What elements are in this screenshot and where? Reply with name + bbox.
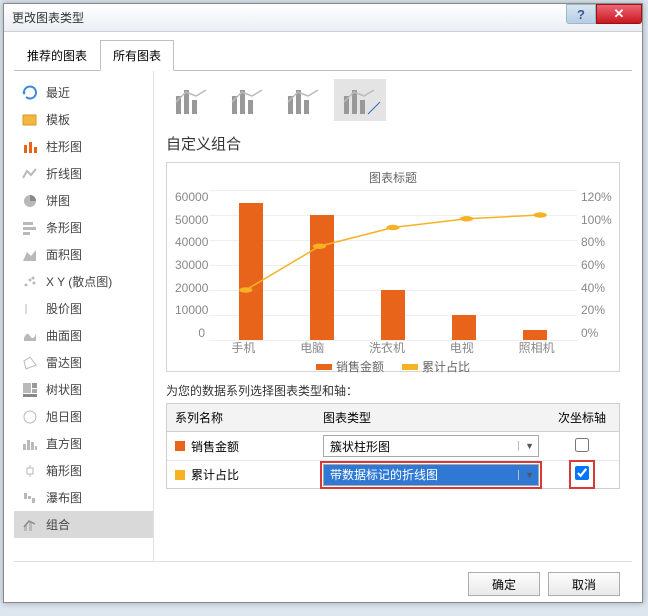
legend-item-line: 累计占比 xyxy=(402,358,470,375)
sunburst-icon xyxy=(22,409,38,425)
sidebar: 最近模板柱形图折线图饼图条形图面积图 X Y (散点图) 股价图曲面图雷达图树状图旭… xyxy=(14,71,154,561)
histogram-icon xyxy=(22,436,38,452)
sidebar-item-7[interactable]: X Y (散点图) xyxy=(14,268,153,295)
chart-line xyxy=(209,190,577,340)
sidebar-item-label: 雷达图 xyxy=(46,354,82,371)
sidebar-item-label: 条形图 xyxy=(46,219,82,236)
chart-preview: 图表标题 6000050000400003000020000100000 120… xyxy=(166,162,620,372)
sidebar-item-11[interactable]: 树状图 xyxy=(14,376,153,403)
table-header: 系列名称 图表类型 次坐标轴 xyxy=(167,404,619,432)
sidebar-item-label: 瀑布图 xyxy=(46,489,82,506)
titlebar: 更改图表类型 ? ✕ xyxy=(4,4,642,32)
series-name-cell: 销售金额 xyxy=(167,434,317,459)
chart-title: 图表标题 xyxy=(177,169,609,186)
sidebar-item-12[interactable]: 旭日图 xyxy=(14,403,153,430)
sidebar-item-label: 曲面图 xyxy=(46,327,82,344)
sidebar-item-5[interactable]: 条形图 xyxy=(14,214,153,241)
sidebar-item-10[interactable]: 雷达图 xyxy=(14,349,153,376)
sidebar-item-15[interactable]: 瀑布图 xyxy=(14,484,153,511)
sidebar-item-9[interactable]: 曲面图 xyxy=(14,322,153,349)
sidebar-item-label: 折线图 xyxy=(46,165,82,182)
line-icon xyxy=(22,166,38,182)
sidebar-item-label: 柱形图 xyxy=(46,138,82,155)
tab-all[interactable]: 所有图表 xyxy=(100,40,174,71)
tab-recommended[interactable]: 推荐的图表 xyxy=(14,40,100,71)
sidebar-item-label: 最近 xyxy=(46,84,70,101)
chart-thumb-1[interactable] xyxy=(222,79,274,121)
close-button[interactable]: ✕ xyxy=(596,4,642,24)
secondary-y-axis: 120%100%80%60%40%20%0% xyxy=(581,190,611,340)
series-swatch xyxy=(175,441,185,451)
chart-subtype-thumbs xyxy=(166,79,620,121)
combo-icon xyxy=(22,517,38,533)
sidebar-item-16[interactable]: 组合 xyxy=(14,511,153,538)
series-swatch xyxy=(175,470,185,480)
sidebar-item-label: 饼图 xyxy=(46,192,70,209)
box-icon xyxy=(22,463,38,479)
sidebar-item-6[interactable]: 面积图 xyxy=(14,241,153,268)
chart-type-select[interactable]: 带数据标记的折线图▼ xyxy=(323,464,539,486)
secondary-axis-checkbox[interactable] xyxy=(575,466,589,480)
chart-thumb-2[interactable] xyxy=(278,79,330,121)
x-axis-categories: 手机电脑洗衣机电视照相机 xyxy=(209,339,577,356)
scatter-icon xyxy=(22,274,38,290)
dialog-buttons: 确定 取消 xyxy=(14,561,632,606)
series-name-cell: 累计占比 xyxy=(167,462,317,487)
ok-button[interactable]: 确定 xyxy=(468,572,540,596)
legend-swatch xyxy=(402,364,418,370)
sidebar-item-label: 旭日图 xyxy=(46,408,82,425)
chevron-down-icon: ▼ xyxy=(518,441,534,451)
column-icon xyxy=(22,139,38,155)
dialog-window: 更改图表类型 ? ✕ 推荐的图表 所有图表 最近模板柱形图折线图饼图条形图面积图… xyxy=(3,3,643,603)
window-title: 更改图表类型 xyxy=(12,9,84,26)
table-caption: 为您的数据系列选择图表类型和轴： xyxy=(166,382,620,399)
section-title: 自定义组合 xyxy=(166,133,620,154)
tab-strip: 推荐的图表 所有图表 xyxy=(14,40,632,71)
y-axis: 6000050000400003000020000100000 xyxy=(175,190,205,340)
legend-swatch xyxy=(316,364,332,370)
secondary-axis-checkbox[interactable] xyxy=(575,438,589,452)
help-button[interactable]: ? xyxy=(566,4,596,24)
table-row: 销售金额 簇状柱形图▼ xyxy=(167,432,619,460)
legend-item-bar: 销售金额 xyxy=(316,358,384,375)
sidebar-item-label: 箱形图 xyxy=(46,462,82,479)
main-panel: 自定义组合 图表标题 60000500004000030000200001000… xyxy=(154,71,632,561)
sidebar-item-0[interactable]: 最近 xyxy=(14,79,153,106)
cancel-button[interactable]: 取消 xyxy=(548,572,620,596)
sidebar-item-1[interactable]: 模板 xyxy=(14,106,153,133)
template-icon xyxy=(22,112,38,128)
sidebar-item-13[interactable]: 直方图 xyxy=(14,430,153,457)
sidebar-item-label: 面积图 xyxy=(46,246,82,263)
series-table: 系列名称 图表类型 次坐标轴 销售金额 簇状柱形图▼ 累计占比 带数据标记的折线… xyxy=(166,403,620,489)
surface-icon xyxy=(22,328,38,344)
chevron-down-icon: ▼ xyxy=(518,470,534,480)
area-icon xyxy=(22,247,38,263)
sidebar-item-14[interactable]: 箱形图 xyxy=(14,457,153,484)
sidebar-item-label: X Y (散点图) xyxy=(46,273,112,290)
sidebar-item-label: 模板 xyxy=(46,111,70,128)
sidebar-item-4[interactable]: 饼图 xyxy=(14,187,153,214)
chart-plot-area: 6000050000400003000020000100000 120%100%… xyxy=(209,190,577,340)
sidebar-item-label: 直方图 xyxy=(46,435,82,452)
table-row: 累计占比 带数据标记的折线图▼ xyxy=(167,460,619,488)
waterfall-icon xyxy=(22,490,38,506)
sidebar-item-8[interactable]: 股价图 xyxy=(14,295,153,322)
sidebar-item-label: 树状图 xyxy=(46,381,82,398)
chart-thumb-0[interactable] xyxy=(166,79,218,121)
treemap-icon xyxy=(22,382,38,398)
sidebar-item-2[interactable]: 柱形图 xyxy=(14,133,153,160)
bar-icon xyxy=(22,220,38,236)
chart-type-select[interactable]: 簇状柱形图▼ xyxy=(323,435,539,457)
sidebar-item-label: 组合 xyxy=(46,516,70,533)
stock-icon xyxy=(22,301,38,317)
sidebar-item-3[interactable]: 折线图 xyxy=(14,160,153,187)
window-buttons: ? ✕ xyxy=(566,4,642,24)
recent-icon xyxy=(22,85,38,101)
chart-thumb-3[interactable] xyxy=(334,79,386,121)
sidebar-item-label: 股价图 xyxy=(46,300,82,317)
pie-icon xyxy=(22,193,38,209)
chart-legend: 销售金额 累计占比 xyxy=(177,358,609,375)
radar-icon xyxy=(22,355,38,371)
